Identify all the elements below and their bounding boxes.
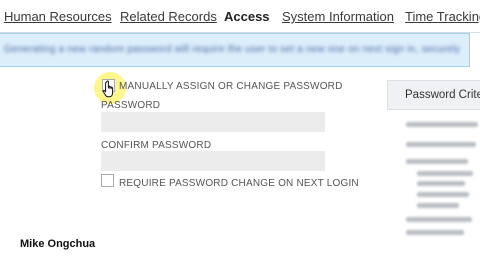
tab-label: Time Tracking	[405, 9, 480, 24]
password-field[interactable]	[101, 112, 325, 132]
info-banner: Generating a new random password will re…	[0, 33, 470, 67]
confirm-password-field[interactable]	[101, 151, 325, 171]
criteria-line	[406, 142, 476, 147]
hand-pointer-icon	[102, 80, 114, 98]
require-change-checkbox[interactable]	[101, 174, 114, 187]
criteria-line	[417, 203, 459, 208]
criteria-line	[417, 192, 469, 197]
criteria-line	[417, 181, 465, 186]
info-banner-text: Generating a new random password will re…	[4, 44, 461, 55]
record-tab-bar: Human Resources Related Records Access S…	[0, 0, 480, 33]
manual-assign-label: MANUALLY ASSIGN OR CHANGE PASSWORD	[119, 81, 343, 92]
criteria-line	[406, 159, 468, 164]
tab-system-information[interactable]: System Information	[282, 0, 394, 33]
password-label: PASSWORD	[101, 100, 161, 111]
require-change-label: REQUIRE PASSWORD CHANGE ON NEXT LOGIN	[119, 178, 359, 189]
confirm-password-label: CONFIRM PASSWORD	[101, 140, 212, 151]
password-criteria-title: Password Crite	[405, 89, 480, 101]
tab-label: Access	[224, 9, 270, 24]
tab-human-resources[interactable]: Human Resources	[4, 0, 112, 33]
tab-time-tracking[interactable]: Time Tracking	[405, 0, 480, 33]
password-criteria-panel: Password Crite	[387, 80, 480, 270]
criteria-line	[406, 230, 464, 235]
password-criteria-header: Password Crite	[387, 80, 480, 110]
criteria-line	[406, 217, 472, 222]
tab-label: Related Records	[120, 9, 217, 24]
tab-related-records[interactable]: Related Records	[120, 0, 217, 33]
tab-label: Human Resources	[4, 9, 112, 24]
tab-label: System Information	[282, 9, 394, 24]
presenter-name: Mike Ongchua	[20, 238, 96, 250]
criteria-line	[417, 171, 473, 176]
criteria-line	[406, 122, 478, 127]
tab-access[interactable]: Access	[224, 0, 270, 33]
